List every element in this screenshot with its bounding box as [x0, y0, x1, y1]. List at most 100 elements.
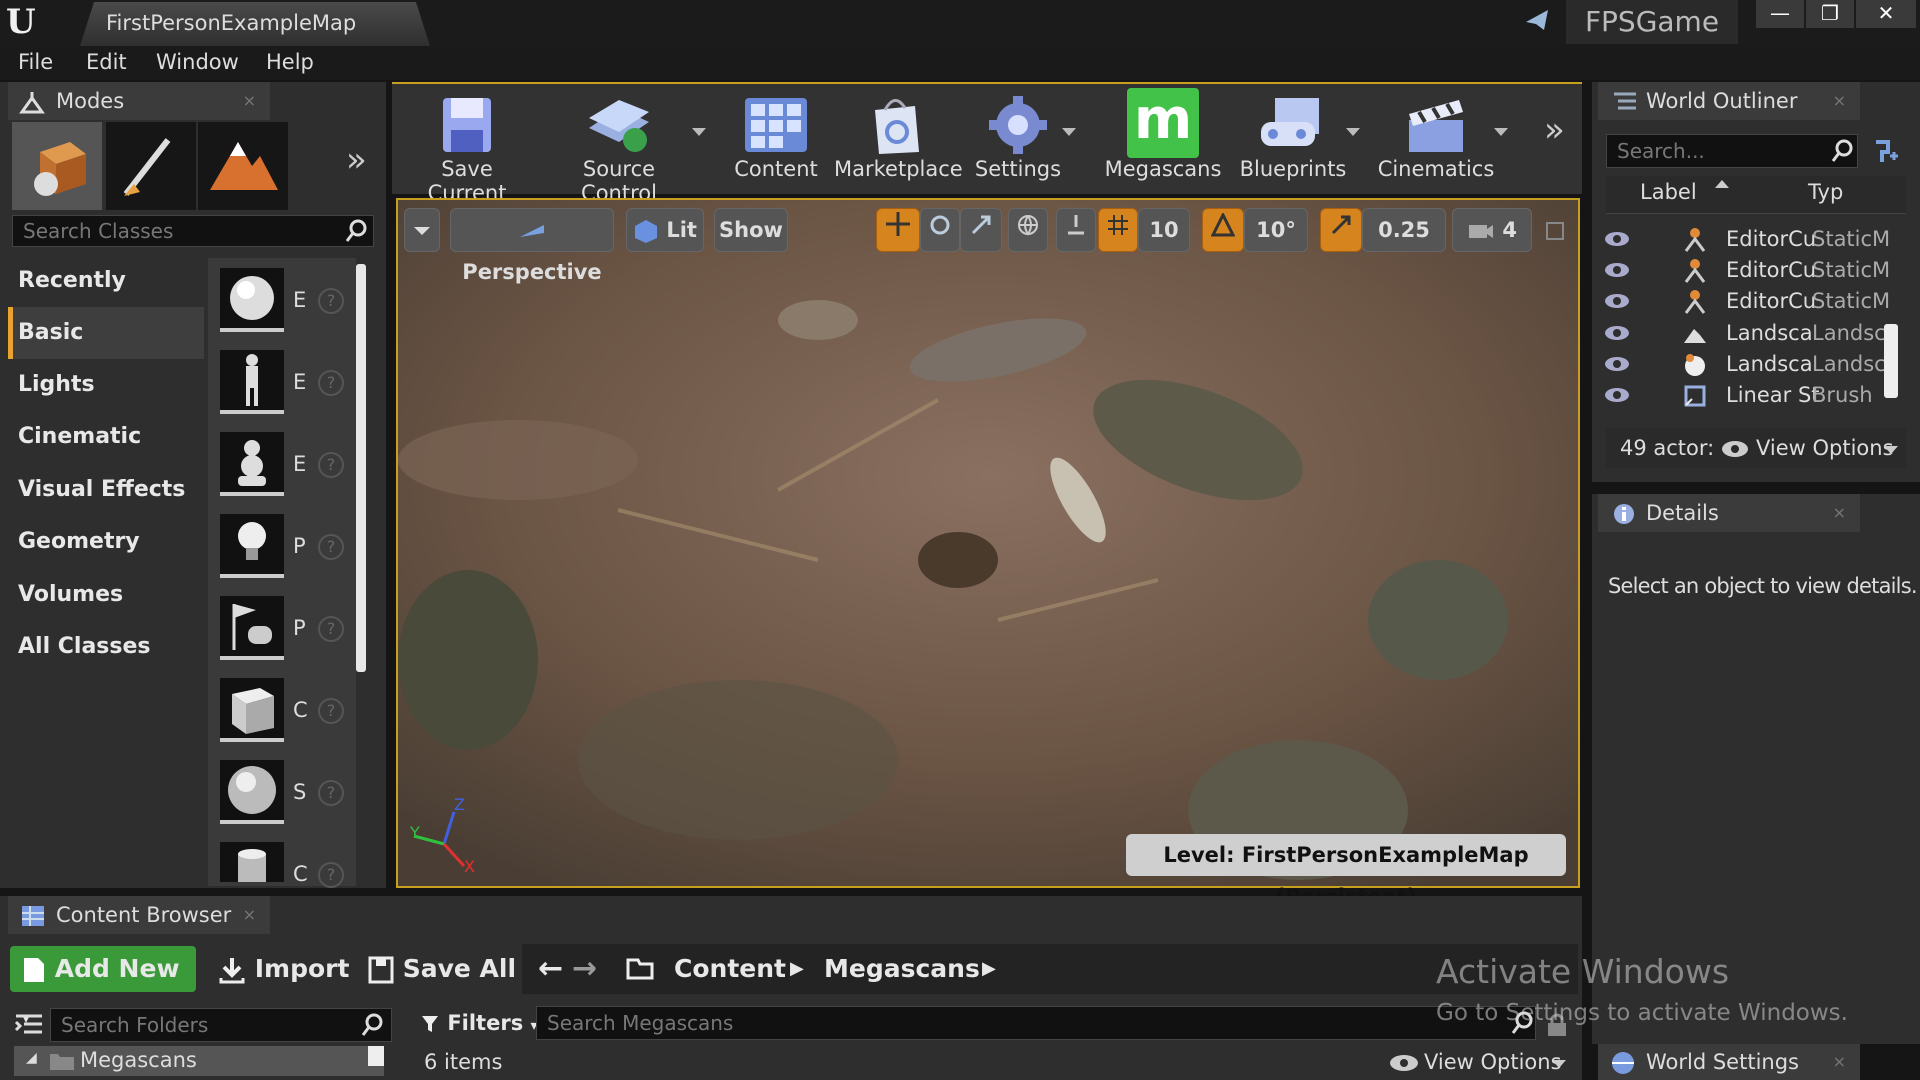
class-item-thumb[interactable]	[220, 678, 284, 742]
viewport-options-button[interactable]	[404, 208, 440, 252]
camera-speed-button[interactable]: 4	[1452, 208, 1532, 252]
category-all-classes[interactable]: All Classes	[8, 621, 204, 673]
outliner-row[interactable]: Landsca Landsc	[1600, 318, 1890, 349]
help-icon[interactable]: ?	[318, 452, 344, 478]
help-icon[interactable]: ?	[318, 288, 344, 314]
close-tab-icon[interactable]: ×	[243, 82, 256, 120]
show-button[interactable]: Show	[714, 208, 788, 252]
category-volumes[interactable]: Volumes	[8, 569, 204, 621]
outliner-row[interactable]: Landsca Landsc	[1600, 349, 1890, 380]
cinematics-dropdown-icon[interactable]	[1494, 128, 1508, 136]
lit-button[interactable]: Lit	[626, 208, 704, 252]
menu-file[interactable]: File	[18, 46, 53, 80]
help-icon[interactable]: ?	[318, 780, 344, 806]
search-assets-input[interactable]: Search Megascans	[536, 1006, 1536, 1040]
place-mode-button[interactable]	[12, 122, 102, 210]
search-classes-input[interactable]: Search Classes	[12, 215, 374, 247]
details-tab[interactable]: Details ×	[1598, 494, 1860, 532]
chevron-down-icon[interactable]	[1552, 1060, 1566, 1068]
settings-dropdown-icon[interactable]	[1062, 128, 1076, 136]
document-tab[interactable]: FirstPersonExampleMap	[80, 2, 430, 46]
class-item-thumb[interactable]	[220, 268, 284, 332]
category-geometry[interactable]: Geometry	[8, 516, 204, 568]
notification-icon[interactable]	[1524, 8, 1552, 34]
outliner-search-input[interactable]: Search...	[1606, 134, 1858, 168]
chevron-down-icon[interactable]	[1884, 446, 1898, 454]
visibility-eye-icon[interactable]	[1604, 386, 1630, 404]
help-icon[interactable]: ?	[318, 534, 344, 560]
search-folders-input[interactable]: Search Folders	[50, 1008, 392, 1042]
world-settings-tab[interactable]: World Settings ×	[1598, 1044, 1860, 1080]
add-filter-icon[interactable]	[1870, 138, 1900, 166]
rotate-tool-button[interactable]	[920, 208, 960, 252]
content-view-options[interactable]: View Options	[1424, 1050, 1562, 1074]
forward-arrow-icon[interactable]: →	[572, 946, 597, 992]
marketplace-button[interactable]: Marketplace	[834, 82, 963, 194]
category-basic[interactable]: Basic	[8, 307, 204, 359]
close-tab-icon[interactable]: ×	[1833, 1044, 1846, 1080]
class-item-thumb[interactable]	[220, 596, 284, 660]
import-button[interactable]: Import	[218, 946, 349, 992]
class-item-thumb[interactable]	[220, 432, 284, 496]
visibility-eye-icon[interactable]	[1604, 261, 1630, 279]
perspective-button[interactable]: Perspective	[450, 208, 614, 284]
path-separator-icon[interactable]: ▶	[790, 946, 804, 992]
toolbar-overflow-chevron-icon[interactable]: »	[1544, 110, 1565, 150]
blueprints-button[interactable]: Blueprints	[1238, 82, 1348, 194]
close-tab-icon[interactable]: ×	[1833, 82, 1846, 120]
menu-help[interactable]: Help	[266, 46, 314, 80]
rotation-snap-value[interactable]: 10°	[1244, 208, 1308, 252]
settings-button[interactable]: Settings	[966, 82, 1070, 194]
path-megascans[interactable]: Megascans	[824, 946, 980, 992]
class-item-thumb[interactable]	[220, 514, 284, 578]
path-content[interactable]: Content	[674, 946, 786, 992]
visibility-eye-icon[interactable]	[1604, 292, 1630, 310]
outliner-scrollbar[interactable]	[1884, 324, 1898, 398]
category-lights[interactable]: Lights	[8, 359, 204, 411]
cinematics-button[interactable]: Cinematics	[1376, 82, 1496, 194]
visibility-eye-icon[interactable]	[1604, 230, 1630, 248]
scale-tool-button[interactable]	[960, 208, 1002, 252]
maximize-viewport-icon[interactable]	[1546, 222, 1564, 240]
outliner-row[interactable]: EditorCu StaticM	[1600, 286, 1890, 317]
scale-snap-value[interactable]: 0.25	[1362, 208, 1446, 252]
world-outliner-tab[interactable]: World Outliner ×	[1598, 82, 1860, 120]
grid-snap-value[interactable]: 10	[1138, 208, 1190, 252]
back-arrow-icon[interactable]: ←	[538, 946, 563, 992]
modes-tab[interactable]: Modes ×	[8, 82, 270, 120]
translate-tool-button[interactable]	[876, 208, 920, 252]
source-control-button[interactable]: Source Control	[544, 82, 694, 205]
megascans-button[interactable]: m Megascans	[1098, 82, 1228, 194]
close-tab-icon[interactable]: ×	[1833, 494, 1846, 532]
blueprints-dropdown-icon[interactable]	[1346, 128, 1360, 136]
help-icon[interactable]: ?	[318, 698, 344, 724]
class-item-thumb[interactable]	[220, 842, 284, 882]
visibility-eye-icon[interactable]	[1604, 355, 1630, 373]
surface-snap-button[interactable]	[1056, 208, 1096, 252]
help-icon[interactable]: ?	[318, 862, 344, 888]
tree-expand-icon[interactable]: ◢	[26, 1050, 37, 1066]
grid-snap-toggle-button[interactable]	[1098, 208, 1138, 252]
class-item-thumb[interactable]	[220, 350, 284, 414]
visibility-eye-icon[interactable]	[1604, 324, 1630, 342]
close-tab-icon[interactable]: ×	[243, 896, 256, 934]
outliner-col-label[interactable]: Label	[1640, 180, 1697, 204]
category-visual-effects[interactable]: Visual Effects	[8, 464, 204, 516]
close-button[interactable]: ✕	[1856, 0, 1916, 28]
source-control-dropdown-icon[interactable]	[692, 128, 706, 136]
save-all-button[interactable]: Save All	[368, 946, 516, 992]
rotation-snap-toggle-button[interactable]	[1202, 208, 1244, 252]
unreal-logo-icon[interactable]: U	[6, 2, 46, 42]
save-current-button[interactable]: Save Current	[402, 82, 532, 205]
expand-modes-chevron-icon[interactable]: »	[346, 140, 367, 180]
path-separator-icon[interactable]: ▶	[982, 946, 996, 992]
outliner-col-type[interactable]: Typ	[1808, 180, 1843, 204]
sources-panel-toggle-icon[interactable]	[14, 1012, 44, 1038]
menu-window[interactable]: Window	[156, 46, 239, 80]
world-local-toggle-button[interactable]	[1008, 208, 1048, 252]
level-viewport[interactable]	[396, 198, 1580, 888]
menu-edit[interactable]: Edit	[86, 46, 127, 80]
outliner-row[interactable]: EditorCu StaticM	[1600, 255, 1890, 286]
outliner-row[interactable]: EditorCu StaticM	[1600, 224, 1890, 255]
outliner-view-options[interactable]: View Options	[1756, 436, 1894, 460]
